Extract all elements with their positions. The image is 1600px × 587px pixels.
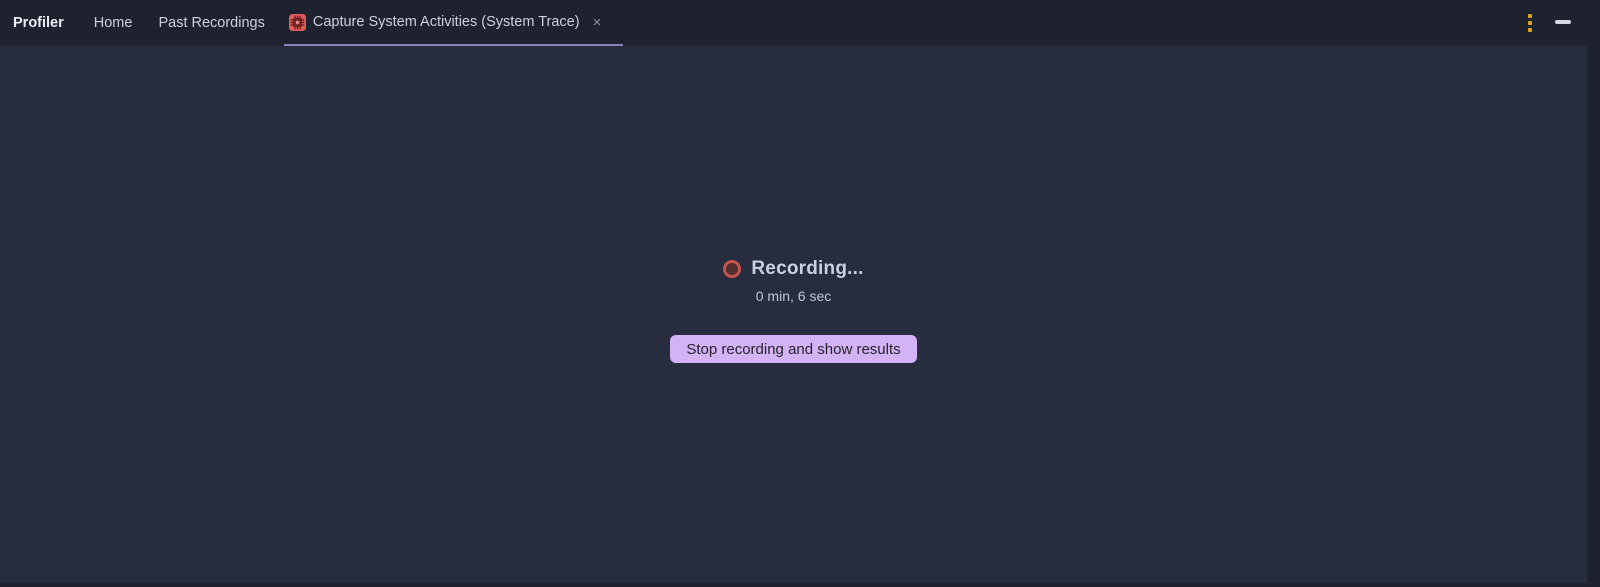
kebab-dot bbox=[1528, 28, 1532, 32]
top-bar: Profiler Home Past Recordings Capture Sy… bbox=[0, 0, 1600, 46]
elapsed-time: 0 min, 6 sec bbox=[755, 288, 832, 304]
kebab-dot bbox=[1528, 21, 1532, 25]
close-icon[interactable]: × bbox=[593, 15, 602, 30]
minimize-icon[interactable] bbox=[1555, 20, 1571, 24]
tab-label: Capture System Activities (System Trace) bbox=[312, 14, 580, 30]
recording-status: Recording... bbox=[723, 258, 863, 280]
record-circle-icon bbox=[723, 260, 742, 278]
nav-item-past-recordings[interactable]: Past Recordings bbox=[158, 15, 264, 31]
cpu-chip-icon bbox=[288, 13, 306, 31]
stop-recording-button[interactable]: Stop recording and show results bbox=[670, 335, 917, 363]
content-panel: Recording... 0 min, 6 sec Stop recording… bbox=[0, 46, 1587, 583]
kebab-dot bbox=[1528, 14, 1532, 18]
recording-status-text: Recording... bbox=[751, 258, 864, 279]
kebab-menu-icon[interactable] bbox=[1526, 14, 1534, 32]
tab-capture-system-activities[interactable]: Capture System Activities (System Trace)… bbox=[283, 0, 624, 46]
app-title: Profiler bbox=[13, 15, 64, 31]
nav-item-home[interactable]: Home bbox=[94, 15, 133, 31]
